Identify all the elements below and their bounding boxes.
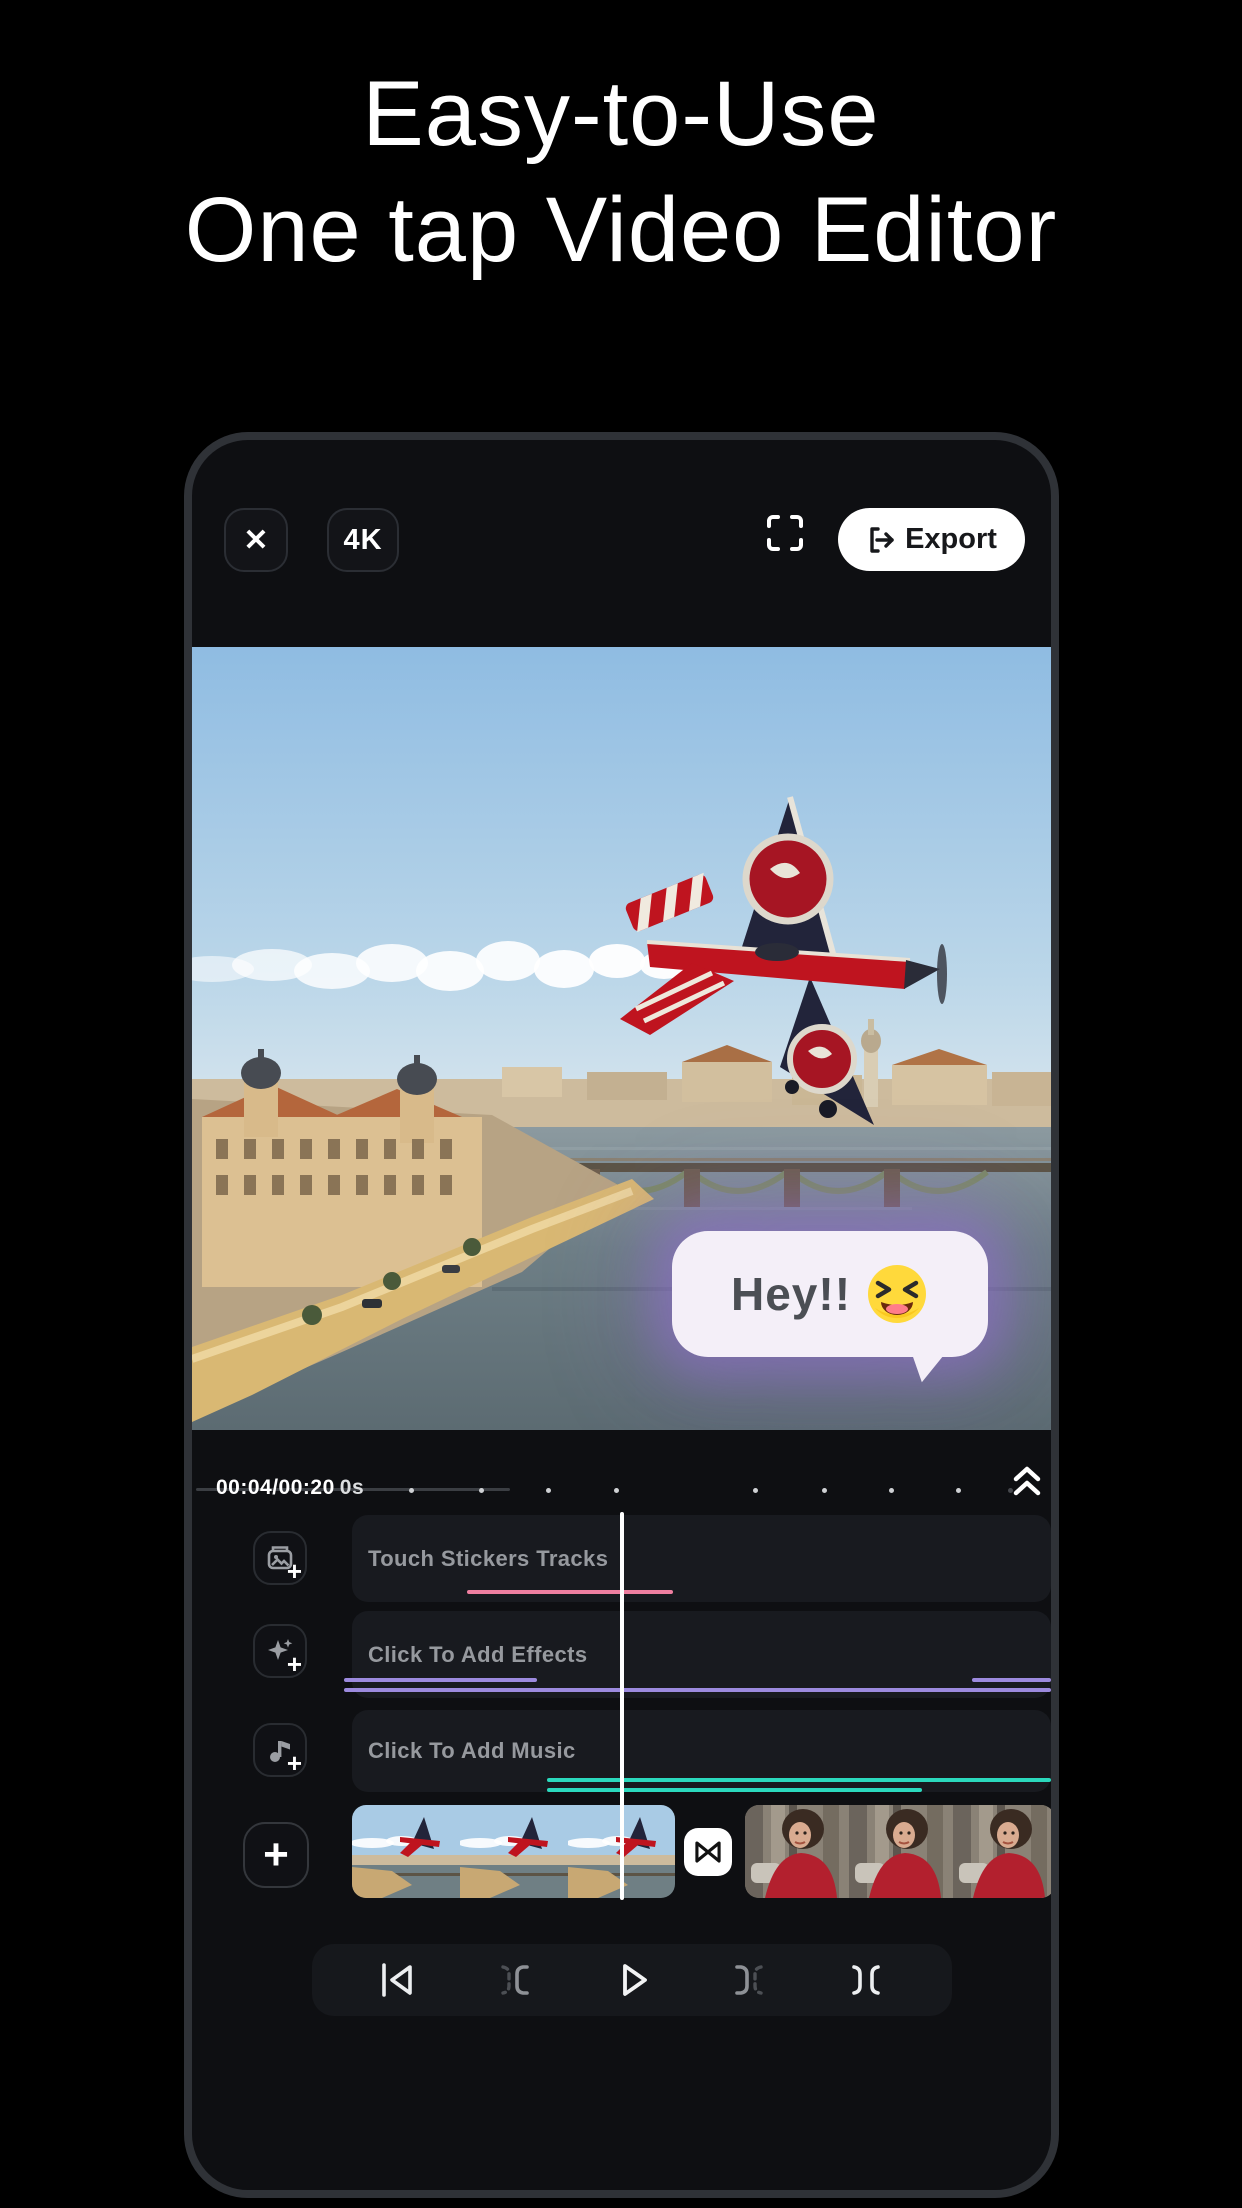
add-music-track-button[interactable]: +	[253, 1723, 307, 1778]
page-title-line1: Easy-to-Use	[362, 63, 880, 165]
transition-button[interactable]	[684, 1828, 732, 1876]
playhead[interactable]	[620, 1512, 624, 1900]
effects-track-label: Click To Add Effects	[368, 1641, 588, 1667]
timecode: 00:04/00:20 0s	[216, 1476, 365, 1499]
quality-label: 4K	[343, 523, 383, 556]
collapse-timeline-button[interactable]	[1012, 1464, 1042, 1498]
transition-bowtie-icon	[695, 1841, 721, 1863]
ruler-dot	[546, 1488, 551, 1493]
page-title: Easy-to-Use One tap Video Editor	[0, 56, 1242, 288]
person-frame	[745, 1805, 849, 1898]
effects-track-row[interactable]: Click To Add Effects	[352, 1611, 1051, 1698]
ruler-dot	[956, 1488, 961, 1493]
quality-4k-button[interactable]: 4K	[327, 508, 399, 572]
music-track-label: Click To Add Music	[368, 1738, 576, 1763]
clip-person-thumbnails[interactable]	[745, 1805, 1051, 1898]
page-title-line2: One tap Video Editor	[184, 179, 1058, 281]
ruler-dot	[889, 1488, 894, 1493]
sticker-clip-bar[interactable]	[467, 1590, 673, 1594]
plus-badge: +	[286, 1748, 302, 1778]
ruler-dot	[409, 1488, 414, 1493]
add-effect-track-button[interactable]: +	[253, 1624, 307, 1679]
ruler-dot	[614, 1488, 619, 1493]
fullscreen-icon	[767, 515, 803, 551]
laughing-emoji-icon	[868, 1265, 927, 1323]
ruler-dot	[822, 1488, 827, 1493]
plane-frame	[352, 1805, 460, 1898]
export-button[interactable]: Export	[838, 508, 1025, 571]
ruler-zero-label: 0s	[339, 1476, 365, 1499]
transport-bar	[312, 1944, 952, 2016]
chevron-double-up-icon	[1013, 1466, 1041, 1496]
music-clip-bar[interactable]	[547, 1788, 922, 1792]
ruler-dot	[479, 1488, 484, 1493]
split-button[interactable]	[846, 1961, 886, 1999]
close-button[interactable]: ✕	[224, 508, 288, 572]
sticker-track-label: Touch Stickers Tracks	[368, 1545, 609, 1571]
close-icon: ✕	[243, 523, 269, 557]
add-sticker-track-button[interactable]: +	[253, 1531, 307, 1586]
person-frame	[849, 1805, 953, 1898]
effect-clip-bar[interactable]	[972, 1678, 1051, 1682]
plus-badge: +	[286, 1649, 302, 1679]
ruler-dot	[753, 1488, 758, 1493]
app-screen: Easy-to-Use One tap Video Editor ✕ 4K Ex…	[0, 0, 1242, 2208]
clip-plane-thumbnails[interactable]	[352, 1805, 675, 1898]
plus-badge: +	[286, 1556, 302, 1586]
video-preview[interactable]: Hey!!	[192, 647, 1051, 1430]
fullscreen-button[interactable]	[764, 512, 806, 554]
effect-clip-bar[interactable]	[344, 1688, 1051, 1692]
sticker-text: Hey!!	[730, 1268, 852, 1320]
person-frame	[953, 1805, 1051, 1898]
trim-start-button[interactable]	[495, 1961, 535, 1999]
sticker-speech-bubble[interactable]: Hey!!	[672, 1231, 988, 1357]
sticker-track-row[interactable]: Touch Stickers Tracks	[352, 1515, 1051, 1602]
effect-clip-bar[interactable]	[344, 1678, 537, 1682]
trim-end-button[interactable]	[729, 1961, 769, 1999]
export-label: Export	[905, 523, 997, 555]
editor-phone-mockup: ✕ 4K Export Hey!! 00:04/00:20 0s + + + +…	[184, 432, 1059, 2198]
skip-to-start-button[interactable]	[378, 1961, 418, 1999]
play-button[interactable]	[612, 1961, 652, 1999]
add-clip-button[interactable]: +	[243, 1822, 309, 1888]
export-icon	[870, 526, 894, 553]
plane-frame	[460, 1805, 568, 1898]
